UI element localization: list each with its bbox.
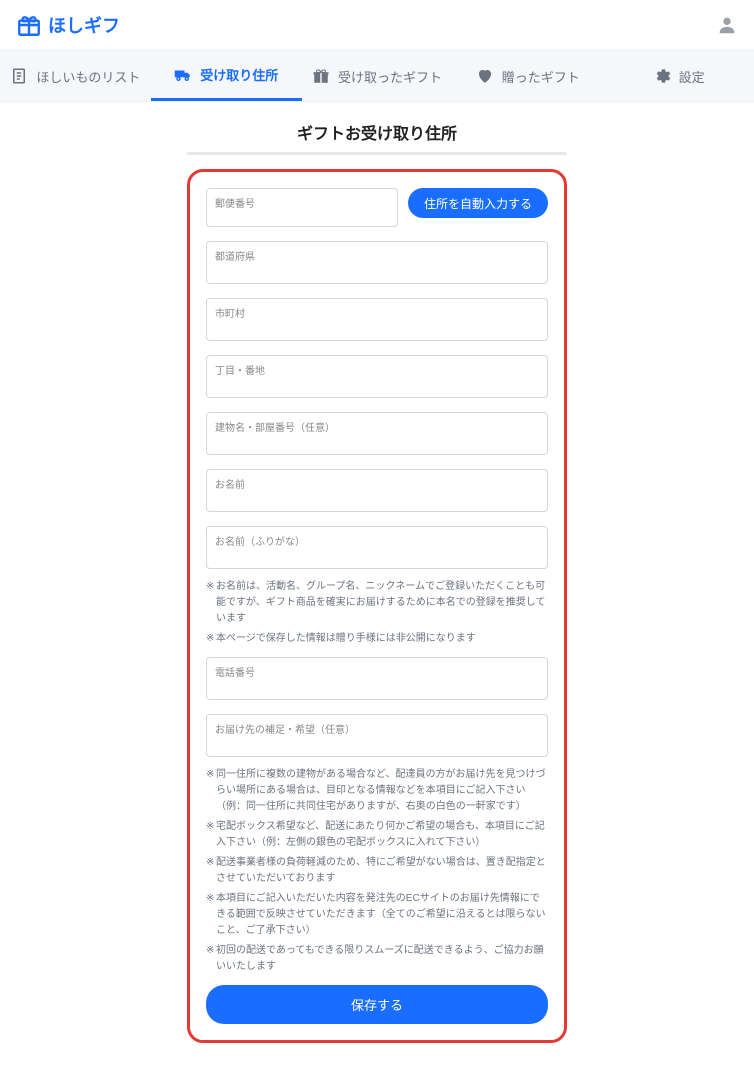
name-kana-field[interactable]: お名前（ふりがな） — [206, 526, 548, 569]
note-item: お名前は、活動名、グループ名、ニックネームでご登録いただくことも可能ですが、ギフ… — [206, 579, 548, 627]
page: ギフトお受け取り住所 郵便番号 住所を自動入力する 都道府県 市町村 丁目・番地… — [0, 102, 754, 1071]
zip-field[interactable]: 郵便番号 — [206, 188, 398, 227]
delivery-notes: 同一住所に複数の建物がある場合など、配達員の方がお届け先を見つけづらい場所にある… — [206, 767, 548, 975]
gear-icon — [653, 67, 671, 85]
zip-label: 郵便番号 — [215, 195, 389, 210]
street-label: 丁目・番地 — [215, 362, 539, 377]
prefecture-field[interactable]: 都道府県 — [206, 241, 548, 284]
tab-sent[interactable]: 贈ったギフト — [452, 51, 603, 101]
gift-icon — [312, 67, 330, 85]
note-item: 宅配ボックス希望など、配送にあたり何かご希望の場合も、本項目にご記入下さい（例：… — [206, 819, 548, 851]
name-label: お名前 — [215, 476, 539, 491]
header: ほしギフ — [0, 0, 754, 50]
gift-logo-icon — [16, 12, 42, 38]
logo[interactable]: ほしギフ — [16, 12, 120, 38]
truck-icon — [174, 66, 192, 84]
tab-label: 受け取り住所 — [200, 65, 278, 84]
avatar-icon[interactable] — [716, 14, 738, 36]
note-item: 初回の配送であってもできる限りスムーズに配送できるよう、ご協力お願いいたします — [206, 943, 548, 975]
name-notes: お名前は、活動名、グループ名、ニックネームでご登録いただくことも可能ですが、ギフ… — [206, 579, 548, 647]
tab-settings[interactable]: 設定 — [603, 51, 754, 101]
street-field[interactable]: 丁目・番地 — [206, 355, 548, 398]
tab-wishlist[interactable]: ほしいものリスト — [0, 51, 151, 101]
tab-label: 設定 — [679, 67, 705, 86]
delivery-note-label: お届け先の補足・希望（任意） — [215, 721, 539, 736]
heart-icon — [476, 67, 494, 85]
phone-field[interactable]: 電話番号 — [206, 657, 548, 700]
address-form: 郵便番号 住所を自動入力する 都道府県 市町村 丁目・番地 建物名・部屋番号（任… — [187, 169, 567, 1043]
tab-received[interactable]: 受け取ったギフト — [302, 51, 453, 101]
city-label: 市町村 — [215, 305, 539, 320]
list-icon — [10, 67, 28, 85]
title-underline — [187, 152, 567, 155]
name-kana-label: お名前（ふりがな） — [215, 533, 539, 548]
tab-address[interactable]: 受け取り住所 — [151, 51, 302, 101]
note-item: 本ページで保存した情報は贈り手様には非公開になります — [206, 631, 548, 647]
building-label: 建物名・部屋番号（任意） — [215, 419, 539, 434]
page-title: ギフトお受け取り住所 — [0, 120, 754, 144]
city-field[interactable]: 市町村 — [206, 298, 548, 341]
note-item: 本項目にご記入いただいた内容を発注先のECサイトのお届け先情報にできる範囲で反映… — [206, 891, 548, 939]
tab-label: 受け取ったギフト — [338, 67, 442, 86]
tabs: ほしいものリスト 受け取り住所 受け取ったギフト 贈ったギフト 設定 — [0, 50, 754, 102]
phone-label: 電話番号 — [215, 664, 539, 679]
name-field[interactable]: お名前 — [206, 469, 548, 512]
delivery-note-field[interactable]: お届け先の補足・希望（任意） — [206, 714, 548, 757]
logo-text: ほしギフ — [48, 12, 120, 38]
note-item: 同一住所に複数の建物がある場合など、配達員の方がお届け先を見つけづらい場所にある… — [206, 767, 548, 815]
tab-label: ほしいものリスト — [36, 67, 140, 86]
note-item: 配送事業者様の負荷軽減のため、特にご希望がない場合は、置き配指定とさせていただい… — [206, 855, 548, 887]
tab-label: 贈ったギフト — [502, 67, 580, 86]
auto-fill-button[interactable]: 住所を自動入力する — [408, 188, 548, 218]
save-button[interactable]: 保存する — [206, 985, 548, 1024]
building-field[interactable]: 建物名・部屋番号（任意） — [206, 412, 548, 455]
prefecture-label: 都道府県 — [215, 248, 539, 263]
